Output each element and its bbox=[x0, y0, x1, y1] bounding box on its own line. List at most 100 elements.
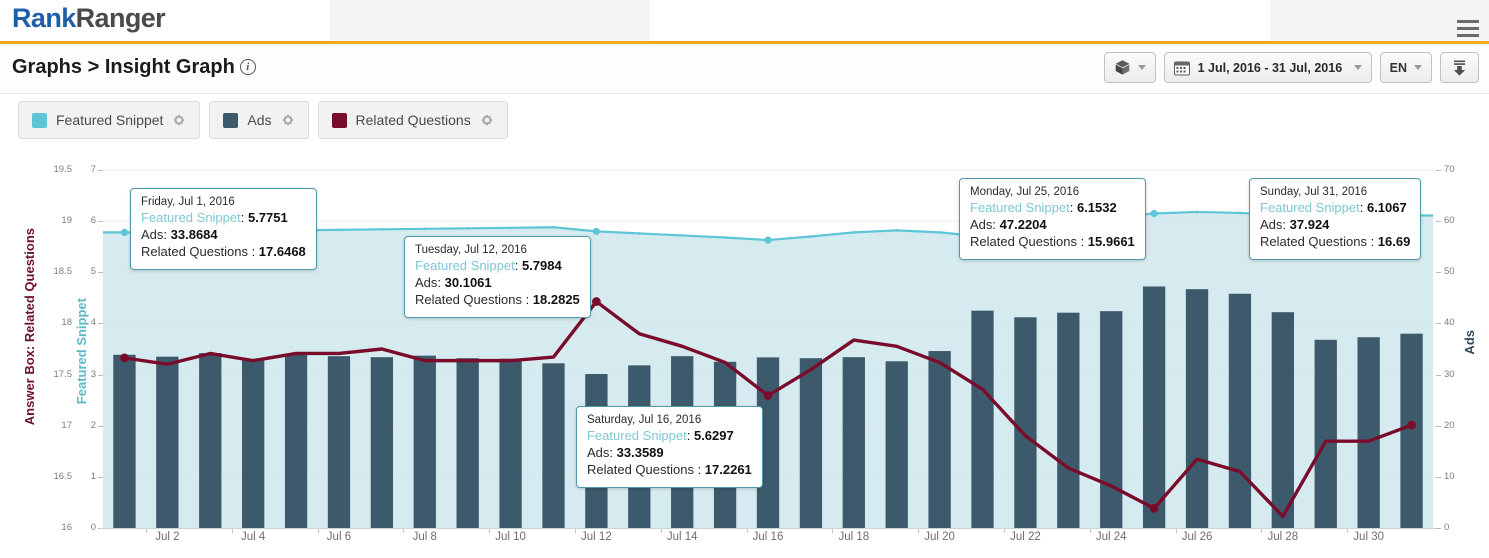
x-tick-label-14: Jul 30 bbox=[1353, 531, 1384, 543]
y-tick-related-questions-1: 19 bbox=[38, 215, 72, 226]
tooltip-related-questions-value: 17.6468 bbox=[259, 244, 306, 259]
legend-swatch-featured-snippet bbox=[32, 113, 47, 128]
legend-chip-related-questions[interactable]: Related Questions bbox=[318, 101, 508, 139]
logo-rank: Rank bbox=[12, 3, 76, 33]
tooltip-ads-value: 33.3589 bbox=[617, 445, 664, 460]
legend-swatch-ads bbox=[223, 113, 238, 128]
cube-icon bbox=[1114, 59, 1131, 76]
y-tickmark-featured-snippet-6 bbox=[98, 477, 103, 478]
y-axis-label-featured-snippet: Featured Snippet bbox=[74, 298, 89, 404]
date-range-label: 1 Jul, 2016 - 31 Jul, 2016 bbox=[1198, 61, 1343, 75]
tooltip-featured-snippet-value: 5.6297 bbox=[694, 428, 734, 443]
x-tick-label-12: Jul 26 bbox=[1182, 531, 1213, 543]
tooltip-date: Friday, Jul 1, 2016 bbox=[141, 196, 306, 208]
legend-label-related-questions: Related Questions bbox=[356, 112, 471, 128]
breadcrumb: Graphs > Insight Graph bbox=[12, 56, 235, 78]
y-tickmark-ads-6 bbox=[1436, 477, 1441, 478]
tooltip-featured-snippet-value: 5.7751 bbox=[248, 210, 288, 225]
chart-tooltip-4: Monday, Jul 25, 2016Featured Snippet: 6.… bbox=[959, 178, 1146, 260]
chevron-down-icon bbox=[1354, 65, 1362, 70]
x-axis-line bbox=[100, 528, 1436, 529]
y-tick-ads-1: 60 bbox=[1444, 215, 1462, 226]
download-icon bbox=[1452, 60, 1467, 76]
y-tickmark-ads-7 bbox=[1436, 528, 1441, 529]
y-tick-ads-3: 40 bbox=[1444, 317, 1462, 328]
tooltip-related-questions-label: Related Questions bbox=[141, 244, 248, 259]
chart-tooltip-5: Sunday, Jul 31, 2016Featured Snippet: 6.… bbox=[1249, 178, 1421, 260]
x-tick-label-13: Jul 28 bbox=[1267, 531, 1298, 543]
tooltip-featured-snippet-label: Featured Snippet bbox=[587, 428, 687, 443]
y-tick-featured-snippet-4: 3 bbox=[82, 369, 96, 380]
y-tickmark-ads-4 bbox=[1436, 375, 1441, 376]
tooltip-date: Tuesday, Jul 12, 2016 bbox=[415, 244, 580, 256]
tooltip-featured-snippet-label: Featured Snippet bbox=[141, 210, 241, 225]
chart-tooltip-2: Tuesday, Jul 12, 2016Featured Snippet: 5… bbox=[404, 236, 591, 318]
y-tick-related-questions-6: 16.5 bbox=[38, 471, 72, 482]
brand-bar: RankRanger bbox=[0, 0, 1489, 44]
y-tick-ads-2: 50 bbox=[1444, 266, 1462, 277]
tooltip-related-questions-value: 15.9661 bbox=[1088, 234, 1135, 249]
y-tick-featured-snippet-7: 0 bbox=[82, 522, 96, 533]
tooltip-featured-snippet-label: Featured Snippet bbox=[415, 258, 515, 273]
tooltip-date: Sunday, Jul 31, 2016 bbox=[1260, 186, 1410, 198]
info-icon[interactable]: i bbox=[240, 59, 256, 75]
calendar-icon bbox=[1174, 60, 1190, 76]
y-tickmark-featured-snippet-0 bbox=[98, 170, 103, 171]
tooltip-related-questions-label: Related Questions bbox=[415, 292, 522, 307]
x-tick-label-1: Jul 4 bbox=[241, 531, 265, 543]
y-tickmark-ads-5 bbox=[1436, 426, 1441, 427]
series-legend: Featured Snippet Ads Related Questions bbox=[18, 101, 508, 139]
y-tickmark-featured-snippet-2 bbox=[98, 272, 103, 273]
y-tick-ads-6: 10 bbox=[1444, 471, 1462, 482]
chart-tooltip-1: Friday, Jul 1, 2016Featured Snippet: 5.7… bbox=[130, 188, 317, 270]
tooltip-date: Monday, Jul 25, 2016 bbox=[970, 186, 1135, 198]
x-tick-label-11: Jul 24 bbox=[1096, 531, 1127, 543]
y-tick-featured-snippet-6: 1 bbox=[82, 471, 96, 482]
y-tickmark-featured-snippet-5 bbox=[98, 426, 103, 427]
y-tickmark-ads-1 bbox=[1436, 221, 1441, 222]
date-range-picker[interactable]: 1 Jul, 2016 - 31 Jul, 2016 bbox=[1164, 52, 1372, 83]
legend-chip-featured-snippet[interactable]: Featured Snippet bbox=[18, 101, 200, 139]
x-tick-label-8: Jul 18 bbox=[838, 531, 869, 543]
y-tick-related-questions-5: 17 bbox=[38, 420, 72, 431]
y-tickmark-featured-snippet-1 bbox=[98, 221, 103, 222]
y-tick-ads-7: 0 bbox=[1444, 522, 1462, 533]
rankranger-logo[interactable]: RankRanger bbox=[12, 3, 165, 34]
y-axis-label-ads: Ads bbox=[1462, 330, 1477, 355]
legend-label-ads: Ads bbox=[247, 112, 271, 128]
download-button[interactable] bbox=[1440, 52, 1479, 83]
gear-icon[interactable] bbox=[281, 113, 295, 127]
y-tickmark-featured-snippet-4 bbox=[98, 375, 103, 376]
y-tick-featured-snippet-2: 5 bbox=[82, 266, 96, 277]
x-tick-label-7: Jul 16 bbox=[753, 531, 784, 543]
language-selector-button[interactable]: EN bbox=[1380, 52, 1432, 83]
y-tick-featured-snippet-1: 6 bbox=[82, 215, 96, 226]
y-tick-related-questions-3: 18 bbox=[38, 317, 72, 328]
y-tick-ads-5: 20 bbox=[1444, 420, 1462, 431]
y-axis-label-related-questions: Answer Box: Related Questions bbox=[22, 228, 37, 425]
gear-icon[interactable] bbox=[480, 113, 494, 127]
x-tick-label-10: Jul 22 bbox=[1010, 531, 1041, 543]
gear-icon[interactable] bbox=[172, 113, 186, 127]
legend-chip-ads[interactable]: Ads bbox=[209, 101, 308, 139]
chevron-down-icon bbox=[1138, 65, 1146, 70]
tooltip-featured-snippet-value: 6.1067 bbox=[1367, 200, 1407, 215]
language-label: EN bbox=[1390, 61, 1407, 75]
x-tick-label-6: Jul 14 bbox=[667, 531, 698, 543]
tooltip-ads-value: 30.1061 bbox=[445, 275, 492, 290]
y-tick-ads-0: 70 bbox=[1444, 164, 1462, 175]
project-selector-button[interactable] bbox=[1104, 52, 1156, 83]
tooltip-ads-value: 47.2204 bbox=[1000, 217, 1047, 232]
tooltip-related-questions-value: 17.2261 bbox=[705, 462, 752, 477]
y-tick-related-questions-4: 17.5 bbox=[38, 369, 72, 380]
tooltip-related-questions-label: Related Questions bbox=[970, 234, 1077, 249]
tooltip-ads-value: 37.924 bbox=[1290, 217, 1330, 232]
logo-ranger: Ranger bbox=[76, 3, 165, 33]
hamburger-menu-icon[interactable] bbox=[1457, 20, 1479, 41]
page-title: Graphs > Insight Graph i bbox=[12, 56, 256, 79]
x-tick-label-0: Jul 2 bbox=[155, 531, 179, 543]
tooltip-ads-label: Ads bbox=[1260, 217, 1282, 232]
y-tick-featured-snippet-0: 7 bbox=[82, 164, 96, 175]
y-tick-featured-snippet-3: 4 bbox=[82, 317, 96, 328]
y-tickmark-ads-2 bbox=[1436, 272, 1441, 273]
